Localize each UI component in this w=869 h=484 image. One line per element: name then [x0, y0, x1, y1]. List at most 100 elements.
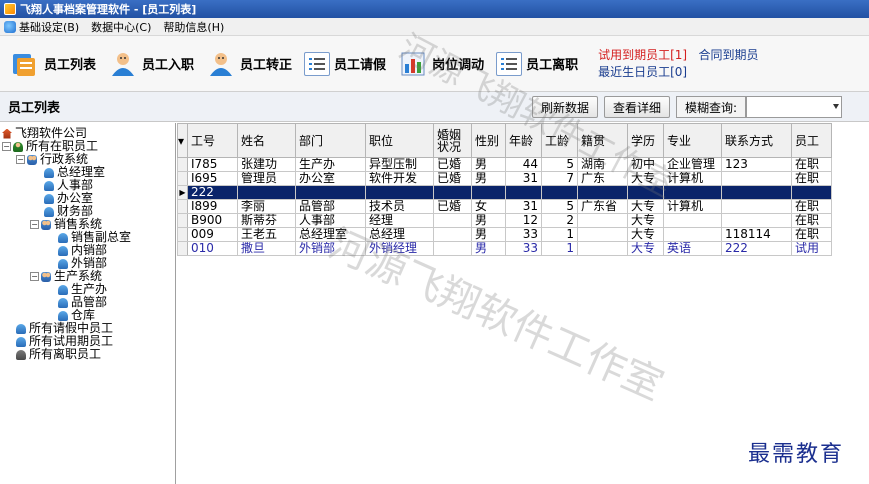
row-indicator[interactable] [177, 171, 188, 186]
employee-list-button[interactable]: 员工列表 [10, 49, 96, 79]
probation-due-link[interactable]: 试用到期员工[1] [598, 48, 687, 62]
table-cell: 软件开发 [365, 171, 434, 186]
employee-onboard-label: 员工入职 [142, 58, 195, 73]
table-cell: 计算机 [663, 199, 722, 214]
table-row[interactable]: 010 撒旦 外销部 外销经理 男 33 1 大专 英语 222 试用 [177, 241, 832, 256]
position-transfer-button[interactable]: 岗位调动 [398, 49, 484, 79]
row-indicator[interactable] [177, 157, 188, 172]
table-cell: 5 [541, 199, 578, 214]
table-cell [433, 185, 472, 200]
employee-leave-button[interactable]: 员工请假 [304, 51, 386, 76]
row-indicator[interactable] [177, 227, 188, 242]
collapse-icon[interactable]: − [30, 220, 39, 229]
column-header-label: 婚姻 状况 [437, 127, 462, 154]
table-cell [295, 185, 366, 200]
table-cell: 生产办 [295, 157, 366, 172]
employee-resign-button[interactable]: 员工离职 [496, 51, 578, 76]
table-row[interactable]: 009 王老五 总经理室 总经理 男 33 1 大专 118114 在职 [177, 227, 832, 242]
table-cell: 管理员 [237, 171, 296, 186]
person-icon [13, 141, 23, 152]
table-cell: 44 [505, 157, 542, 172]
column-header[interactable]: 工号 [187, 123, 238, 158]
column-header[interactable]: 性别 [471, 123, 506, 158]
person-check-icon [206, 49, 236, 79]
table-cell [721, 213, 792, 228]
person-icon [16, 336, 26, 347]
table-row[interactable]: I899 李丽 品管部 技术员 已婚女 31 5 广东省 大专 计算机 在职 [177, 199, 832, 214]
column-header[interactable]: 籍贯 [577, 123, 628, 158]
document-list-icon [496, 51, 523, 76]
row-indicator[interactable] [177, 241, 188, 256]
table-cell: 在职 [791, 171, 832, 186]
contract-due-link[interactable]: 合同到期员 [699, 48, 759, 62]
fuzzy-search-label: 模糊查询: [676, 96, 747, 118]
collapse-icon[interactable]: − [16, 155, 25, 164]
menu-data-center[interactable]: 数据中心(C) [91, 19, 151, 35]
employee-regularize-label: 员工转正 [240, 58, 293, 73]
column-header[interactable]: 联系方式 [721, 123, 792, 158]
table-cell [791, 185, 832, 200]
column-header[interactable]: 学历 [627, 123, 664, 158]
table-cell [721, 199, 792, 214]
tree-node-resigned[interactable]: 所有离职员工 [16, 348, 101, 361]
employee-onboard-button[interactable]: 员工入职 [108, 49, 194, 79]
table-row[interactable]: ▶ 222 [177, 185, 832, 200]
table-cell: 33 [505, 227, 542, 242]
transfer-chart-icon [398, 49, 428, 79]
table-cell: I785 [187, 157, 238, 172]
table-cell: 5 [541, 157, 578, 172]
row-indicator-header: ▾ [177, 123, 188, 158]
collapse-icon[interactable]: − [2, 142, 11, 151]
table-cell: 123 [721, 157, 792, 172]
menu-basic-settings[interactable]: 基础设定(B) [19, 19, 79, 35]
table-cell: 大专 [627, 171, 664, 186]
department-icon [58, 245, 68, 256]
table-cell: 男 [471, 157, 506, 172]
table-cell: 大专 [627, 199, 664, 214]
table-cell: 初中 [627, 157, 664, 172]
table-cell [663, 185, 722, 200]
table-cell: 办公室 [295, 171, 366, 186]
table-cell [541, 185, 578, 200]
chevron-down-icon[interactable] [833, 104, 840, 109]
column-header[interactable]: 年龄 [505, 123, 542, 158]
column-header[interactable]: 姓名 [237, 123, 296, 158]
table-cell: 1 [541, 241, 578, 256]
table-cell: 2 [541, 213, 578, 228]
column-header[interactable]: 部门 [295, 123, 366, 158]
employee-list-label: 员工列表 [44, 58, 97, 73]
table-cell [577, 185, 628, 200]
table-cell [721, 171, 792, 186]
person-icon [16, 349, 26, 360]
table-cell: 男 [471, 227, 506, 242]
refresh-button[interactable]: 刷新数据 [532, 96, 599, 118]
row-indicator[interactable] [177, 199, 188, 214]
table-row[interactable]: B900 斯蒂芬 人事部 经理 男 12 2 大专 在职 [177, 213, 832, 228]
row-indicator[interactable] [177, 213, 188, 228]
column-header[interactable]: 工龄 [541, 123, 578, 158]
column-header[interactable]: 专业 [663, 123, 722, 158]
column-header[interactable]: 员工 [791, 123, 832, 158]
table-cell: 企业管理 [663, 157, 722, 172]
menu-help[interactable]: 帮助信息(H) [163, 19, 224, 35]
tree-node-label: 所有离职员工 [29, 347, 102, 361]
column-header[interactable]: 婚姻 状况 [433, 123, 472, 158]
department-icon [58, 310, 68, 321]
department-icon [58, 297, 68, 308]
collapse-icon[interactable]: − [30, 272, 39, 281]
table-cell: 异型压制 [365, 157, 434, 172]
column-header[interactable]: 职位 [365, 123, 434, 158]
table-cell: 在职 [791, 199, 832, 214]
window-title: 飞翔人事档案管理软件 - [员工列表] [20, 3, 197, 16]
table-row[interactable]: I785 张建功 生产办 异型压制 已婚男 44 5 湖南 初中 企业管理 123 在职 [177, 157, 832, 172]
birthday-link[interactable]: 最近生日员工[0] [598, 65, 687, 79]
table-cell: 已婚 [433, 171, 472, 186]
table-cell: 31 [505, 171, 542, 186]
employee-regularize-button[interactable]: 员工转正 [206, 49, 292, 79]
table-cell: 男 [471, 213, 506, 228]
view-detail-button[interactable]: 查看详细 [604, 96, 671, 118]
fuzzy-search-combo[interactable] [746, 96, 843, 118]
table-cell: 计算机 [663, 171, 722, 186]
row-indicator[interactable]: ▶ [177, 185, 188, 200]
table-row[interactable]: I695 管理员 办公室 软件开发 已婚男 31 7 广东 大专 计算机 在职 [177, 171, 832, 186]
